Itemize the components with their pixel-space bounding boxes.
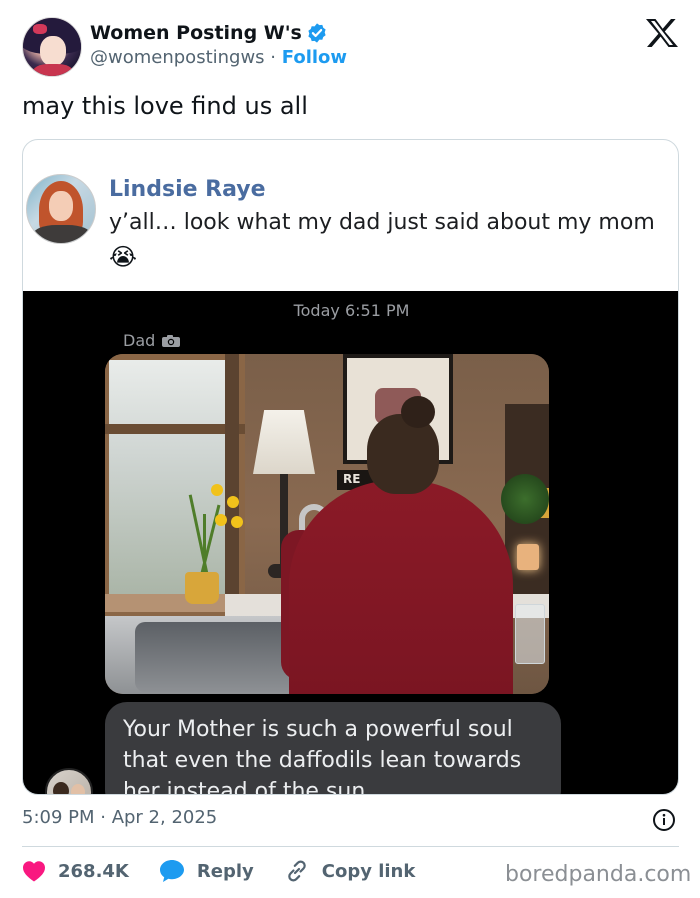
- avatar-collar: [33, 64, 73, 76]
- window-pane: [109, 360, 227, 600]
- embedded-author-name: Lindsie Raye: [109, 177, 266, 202]
- daffodil-flower: [231, 516, 243, 528]
- copy-link-label: Copy link: [321, 860, 416, 882]
- message-text: Your Mother is such a powerful soul that…: [123, 717, 522, 795]
- sink-basin: [135, 622, 295, 692]
- photo-candle: [517, 544, 539, 570]
- crying-emoji-icon: 😭: [109, 243, 138, 271]
- photo-plant: [501, 474, 549, 524]
- window-bar: [105, 424, 245, 434]
- tweet-timestamp[interactable]: 5:09 PM · Apr 2, 2025: [22, 807, 217, 828]
- message-bubble: Your Mother is such a powerful soul that…: [105, 702, 561, 795]
- embedded-avatar-shirt: [33, 225, 91, 243]
- follow-button[interactable]: Follow: [282, 47, 347, 68]
- like-button[interactable]: 268.4K: [22, 860, 129, 882]
- tweet-text: may this love find us all: [22, 92, 308, 120]
- tweet-card: Women Posting W's @womenpostingws · Foll…: [0, 0, 700, 898]
- avatar-face: [40, 36, 66, 66]
- avatar-bow: [33, 24, 47, 34]
- like-count: 268.4K: [58, 860, 129, 882]
- handle-separator: ·: [270, 47, 277, 68]
- window-post: [225, 354, 239, 624]
- kitchen-photo: RE BO: [105, 354, 549, 694]
- chat-screenshot: Today 6:51 PM Dad RE Your Mother is such…: [23, 291, 678, 795]
- link-icon: [287, 860, 306, 882]
- daffodil-stem: [203, 514, 206, 574]
- person-hair: [367, 414, 439, 494]
- drinking-glass: [515, 604, 545, 664]
- speech-bubble-icon: [159, 860, 184, 882]
- verified-badge-icon: [308, 23, 326, 43]
- x-logo-icon[interactable]: [645, 18, 679, 48]
- source-watermark: boredpanda.com: [505, 862, 692, 887]
- tweet-media[interactable]: Lindsie Raye y’all… look what my dad jus…: [22, 139, 679, 795]
- heart-icon: [23, 861, 45, 882]
- action-bar: 268.4K Reply Copy link: [22, 856, 445, 886]
- photo-window: [105, 354, 245, 624]
- flower-pot: [185, 572, 219, 604]
- sender-avatar-person: [71, 784, 85, 794]
- reply-label: Reply: [196, 860, 254, 882]
- person-hair-bun: [401, 396, 435, 428]
- chat-timestamp: Today 6:51 PM: [293, 301, 410, 320]
- daffodil-flower: [211, 484, 223, 496]
- footer-divider: [22, 846, 679, 847]
- embedded-avatar-face: [49, 191, 73, 221]
- author-handle[interactable]: @womenpostingws: [90, 47, 265, 68]
- author-avatar[interactable]: [22, 17, 82, 77]
- daffodil-flower: [227, 496, 239, 508]
- camera-icon: [162, 334, 181, 347]
- author-name-row: Women Posting W's: [90, 20, 328, 46]
- sender-avatar-person: [53, 782, 69, 794]
- person-sweater: [289, 480, 513, 694]
- author-handle-row: @womenpostingws · Follow: [90, 47, 347, 68]
- info-icon[interactable]: [652, 808, 676, 832]
- copy-link-button[interactable]: Copy link: [284, 858, 416, 884]
- daffodil-flower: [215, 514, 227, 526]
- sender-avatar: [45, 768, 93, 794]
- author-display-name[interactable]: Women Posting W's: [90, 22, 302, 44]
- reply-button[interactable]: Reply: [159, 859, 254, 883]
- chat-sender-row: Dad: [123, 331, 181, 350]
- embedded-author-avatar: [26, 174, 96, 244]
- embedded-post-text: y’all… look what my dad just said about …: [109, 210, 655, 235]
- chat-sender-name: Dad: [123, 331, 156, 350]
